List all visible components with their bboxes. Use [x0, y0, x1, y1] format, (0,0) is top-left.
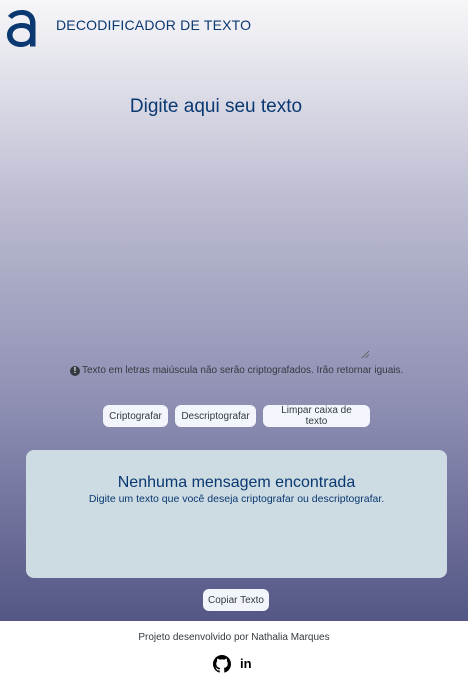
alura-logo-icon[interactable]: [6, 6, 36, 48]
social-links: in: [213, 655, 252, 673]
encrypt-button[interactable]: Criptografar: [103, 405, 168, 427]
github-icon[interactable]: [213, 655, 231, 673]
copy-text-button[interactable]: Copiar Texto: [203, 589, 269, 611]
warning-note: ! Texto em letras maiúscula não serão cr…: [70, 365, 403, 376]
footer-credit: Projeto desenvolvido por Nathalia Marque…: [138, 632, 330, 643]
warning-text: Texto em letras maiúscula não serão crip…: [82, 365, 404, 376]
result-title: Nenhuma mensagem encontrada: [117, 474, 356, 491]
exclamation-circle-icon: !: [70, 365, 80, 376]
result-panel: Nenhuma mensagem encontrada Digite um te…: [26, 450, 447, 578]
app-title: DECODIFICADOR DE TEXTO: [56, 17, 252, 33]
text-input[interactable]: [60, 92, 372, 360]
clear-text-button[interactable]: Limpar caixa de texto: [263, 405, 370, 427]
linkedin-icon[interactable]: in: [240, 655, 252, 673]
result-subtitle: Digite um texto que você deseja criptogr…: [88, 493, 385, 505]
resize-handle-icon[interactable]: [360, 349, 370, 359]
decrypt-button[interactable]: Descriptografar: [175, 405, 256, 427]
main-section: DECODIFICADOR DE TEXTO ! Texto em letras…: [0, 0, 468, 621]
